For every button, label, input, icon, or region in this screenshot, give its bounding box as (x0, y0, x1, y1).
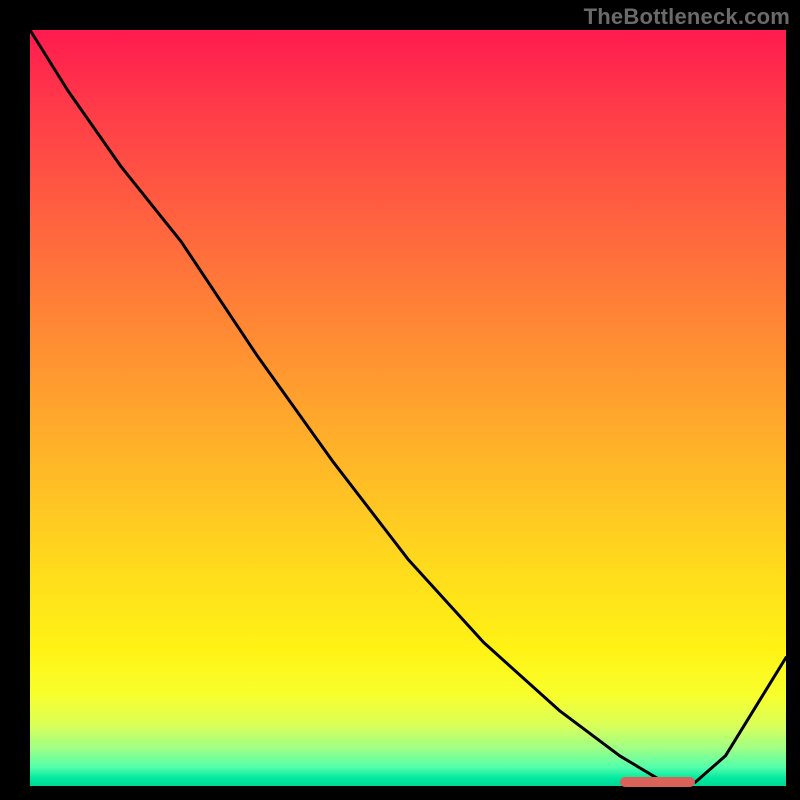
plot-area (30, 30, 786, 786)
optimum-marker (620, 777, 696, 787)
bottleneck-curve (30, 30, 786, 786)
curve-path (30, 30, 786, 782)
watermark-text: TheBottleneck.com (584, 4, 790, 30)
chart-container: TheBottleneck.com (0, 0, 800, 800)
